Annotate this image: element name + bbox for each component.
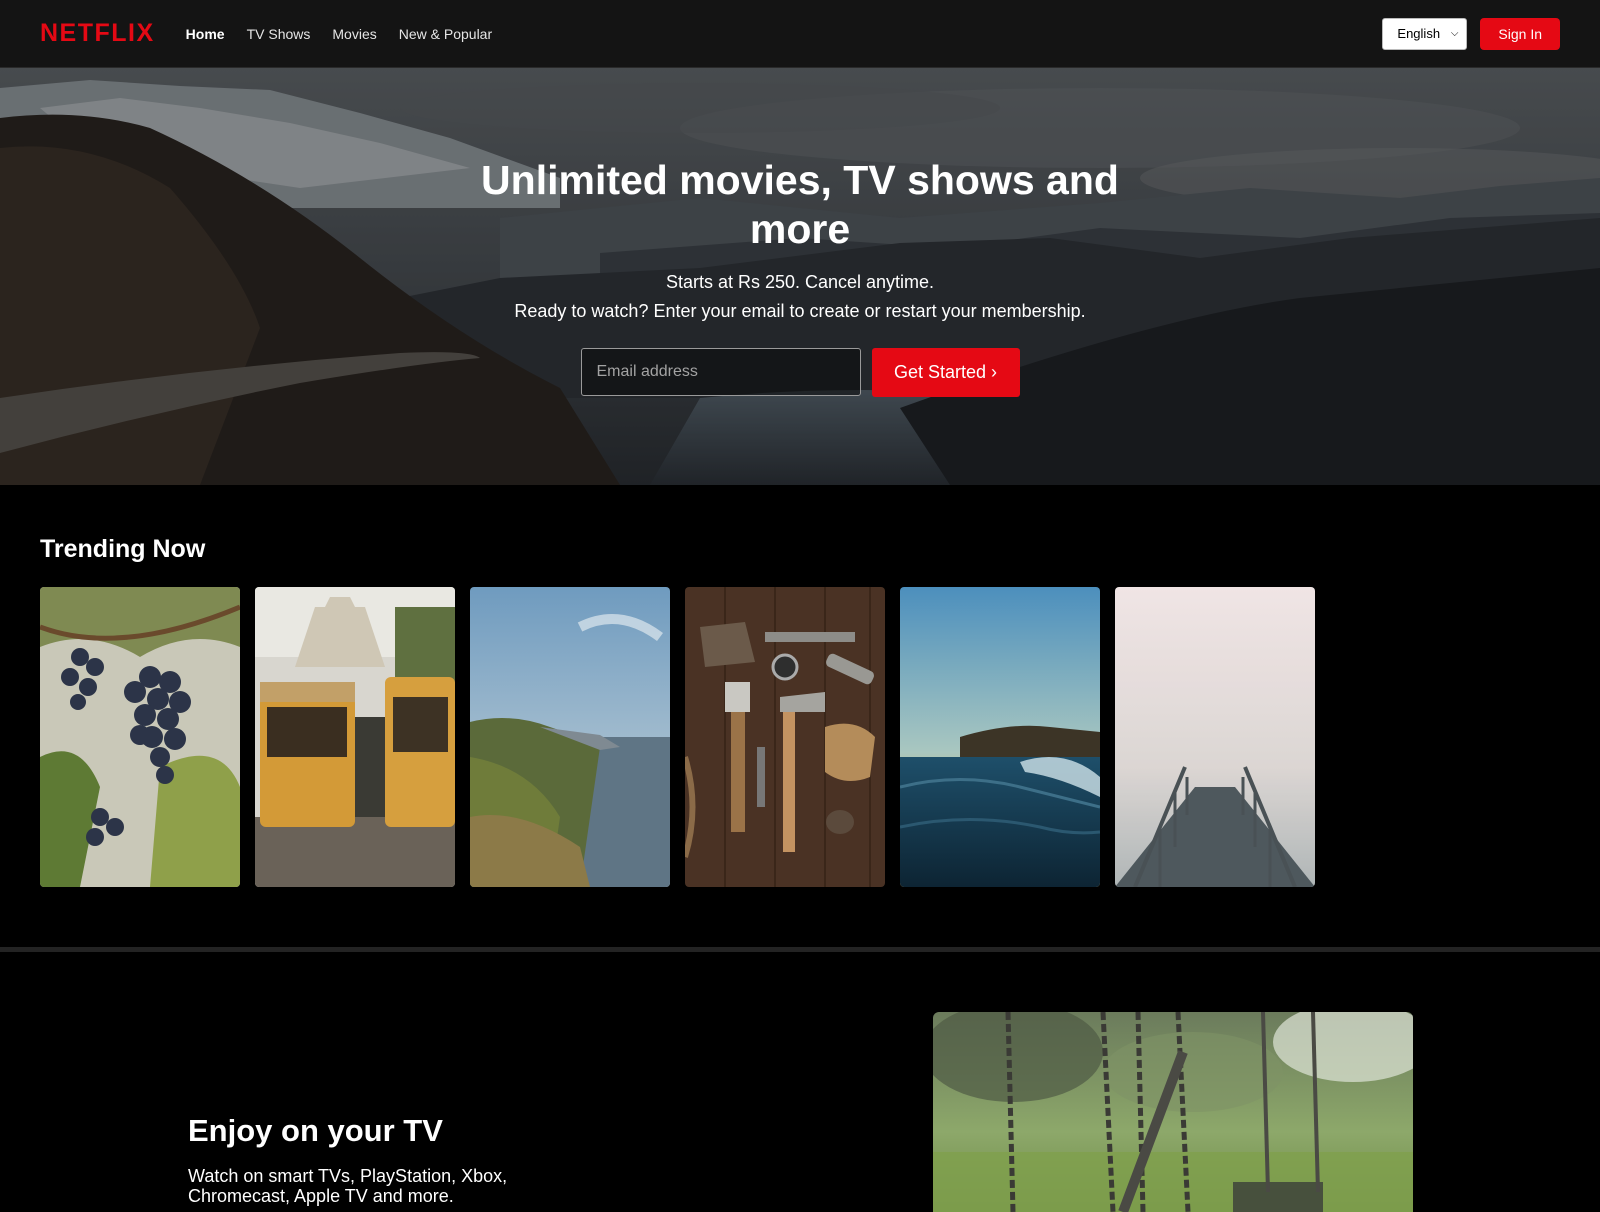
email-input[interactable] (580, 348, 861, 396)
email-signup-form: Get Started › (580, 348, 1020, 397)
tools-thumbnail (685, 587, 885, 887)
hero-section: Unlimited movies, TV shows and more Star… (0, 68, 1600, 485)
swing-set-image (933, 1012, 1413, 1212)
section-divider (0, 947, 1600, 952)
trending-card-tram[interactable] (255, 587, 455, 887)
trending-card-grapes[interactable] (40, 587, 240, 887)
main-nav: Home TV Shows Movies New & Popular (186, 26, 492, 42)
language-select-value: English (1397, 26, 1441, 41)
hero-content: Unlimited movies, TV shows and more Star… (0, 68, 1600, 485)
trending-section-title: Trending Now (40, 535, 206, 563)
top-navigation-bar: NETFLIX Home TV Shows Movies New & Popul… (0, 0, 1600, 68)
feature-image (933, 1012, 1413, 1212)
nav-home[interactable]: Home (186, 26, 225, 42)
header-actions: English ⌵ Sign In (1382, 17, 1560, 50)
get-started-button[interactable]: Get Started › (871, 348, 1020, 397)
feature-title: Enjoy on your TV (188, 1113, 443, 1148)
chevron-down-icon: ⌵ (1450, 28, 1459, 39)
hero-prompt: Ready to watch? Enter your email to crea… (514, 301, 1086, 321)
coast-thumbnail (470, 587, 670, 887)
tram-thumbnail (255, 587, 455, 887)
hero-title: Unlimited movies, TV shows and more (481, 157, 1119, 252)
nav-movies[interactable]: Movies (332, 26, 376, 42)
pier-thumbnail (1115, 587, 1315, 887)
wave-thumbnail (900, 587, 1100, 887)
nav-tv-shows[interactable]: TV Shows (247, 26, 311, 42)
nav-new-popular[interactable]: New & Popular (399, 26, 492, 42)
trending-card-tools[interactable] (685, 587, 885, 887)
hero-subtitle: Starts at Rs 250. Cancel anytime. (665, 272, 935, 292)
language-select[interactable]: English ⌵ (1382, 17, 1468, 50)
grapes-thumbnail (40, 587, 240, 887)
trending-card-coast[interactable] (470, 587, 670, 887)
sign-in-button[interactable]: Sign In (1480, 17, 1560, 50)
trending-card-pier[interactable] (1115, 587, 1315, 887)
trending-card-wave[interactable] (900, 587, 1100, 887)
trending-row (40, 587, 1315, 887)
feature-text: Watch on smart TVs, PlayStation, Xbox, C… (188, 1166, 508, 1206)
netflix-logo[interactable]: NETFLIX (40, 19, 155, 48)
